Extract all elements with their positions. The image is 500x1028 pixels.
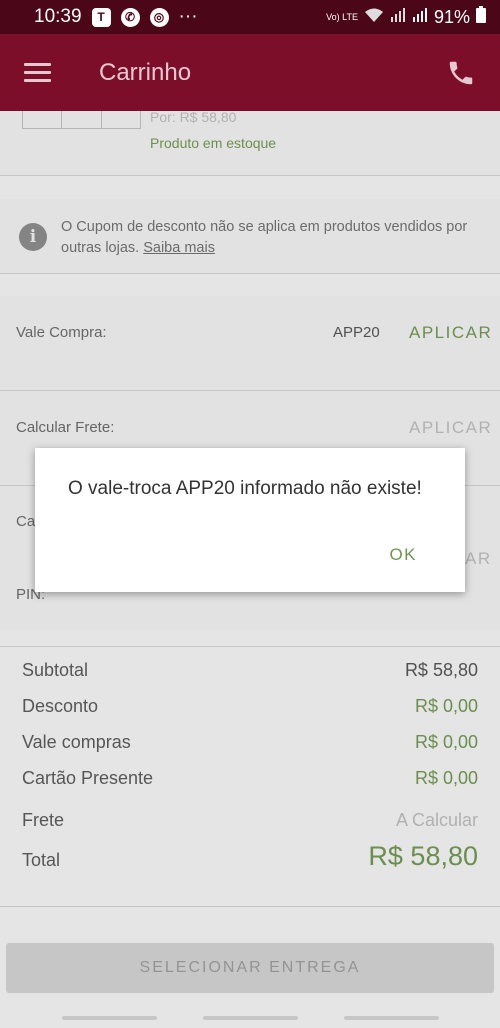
app-bar: Carrinho — [0, 34, 500, 111]
whatsapp-icon: ✆ — [120, 7, 140, 27]
volte-icon: Vo) LTE — [326, 11, 358, 22]
status-bar: 10:39 T ✆ ◎ ··· Vo) LTE 91% — [0, 0, 500, 34]
more-notifications-icon: ··· — [178, 6, 198, 27]
phone-icon[interactable] — [446, 58, 476, 88]
signal-icon — [390, 7, 406, 28]
notification-app-icon: T — [91, 7, 111, 27]
dialog-ok-button[interactable]: OK — [389, 545, 417, 565]
error-dialog: O vale-troca APP20 informado não existe!… — [35, 448, 465, 592]
page-title: Carrinho — [99, 58, 192, 86]
battery-icon — [476, 6, 486, 28]
dialog-message: O vale-troca APP20 informado não existe! — [68, 478, 422, 499]
status-time: 10:39 — [34, 6, 82, 27]
signal-icon-2 — [412, 7, 428, 28]
battery-percent: 91% — [433, 6, 470, 27]
menu-icon[interactable] — [24, 63, 51, 82]
wifi-icon — [364, 7, 384, 28]
browser-icon: ◎ — [149, 7, 169, 27]
